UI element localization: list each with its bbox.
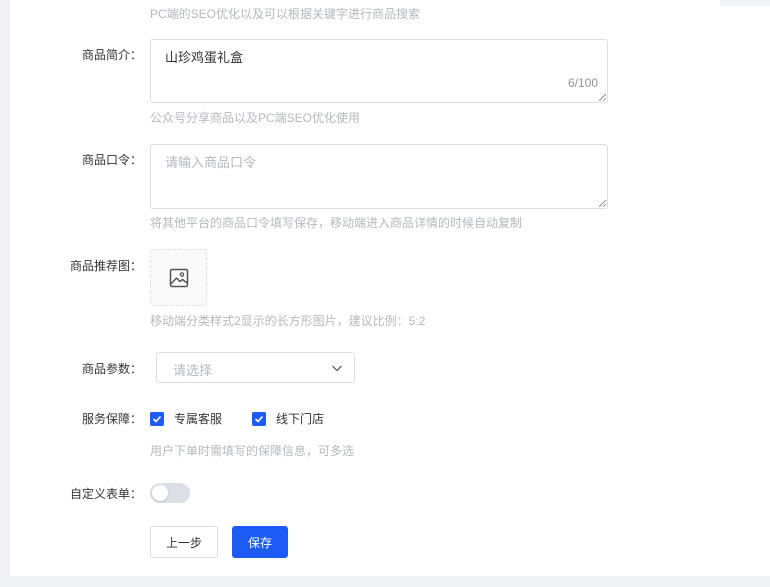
image-icon [169,268,188,287]
command-tip: 将其他平台的商品口令填写保存，移动端进入商品详情的时候自动复制 [150,216,523,230]
custom-form-label: 自定义表单： [69,487,142,501]
params-placeholder: 请选择 [173,363,213,378]
intro-textarea[interactable]: 山珍鸡蛋礼盒 6/100 [150,39,608,103]
params-label: 商品参数： [81,362,142,376]
service-label: 服务保障： [81,412,142,426]
seo-tip: PC端的SEO优化以及可以根据关键字进行商品搜索 [150,7,421,21]
recommend-image-upload[interactable] [150,249,207,306]
service-tip: 用户下单时需填写的保障信息，可多选 [150,444,355,458]
checkbox-checked-icon[interactable] [252,411,266,426]
command-label: 商品口令： [81,153,142,167]
params-select[interactable]: 请选择 [156,352,355,383]
top-divider [720,0,770,6]
intro-tip: 公众号分享商品以及PC端SEO优化使用 [150,111,361,125]
resize-handle[interactable] [599,94,606,101]
service-option-exclusive[interactable]: 专属客服 [150,410,222,427]
custom-form-switch[interactable] [150,483,190,503]
command-placeholder: 请输入商品口令 [165,155,257,170]
switch-knob [152,485,168,501]
recommend-label: 商品推荐图： [69,259,142,273]
service-option-label: 线下门店 [276,412,325,426]
intro-value: 山珍鸡蛋礼盒 [165,50,244,65]
service-option-label: 专属客服 [174,412,223,426]
command-textarea[interactable]: 请输入商品口令 [150,144,608,209]
recommend-tip: 移动端分类样式2显示的长方形图片，建议比例：5:2 [150,314,426,328]
intro-label: 商品简介： [81,48,142,62]
save-button[interactable]: 保存 [232,526,288,558]
resize-handle[interactable] [599,200,606,207]
prev-step-button[interactable]: 上一步 [150,526,218,558]
intro-char-count: 6/100 [567,76,598,90]
service-option-store[interactable]: 线下门店 [252,410,324,427]
chevron-down-icon [332,365,342,372]
checkbox-checked-icon[interactable] [150,411,164,426]
